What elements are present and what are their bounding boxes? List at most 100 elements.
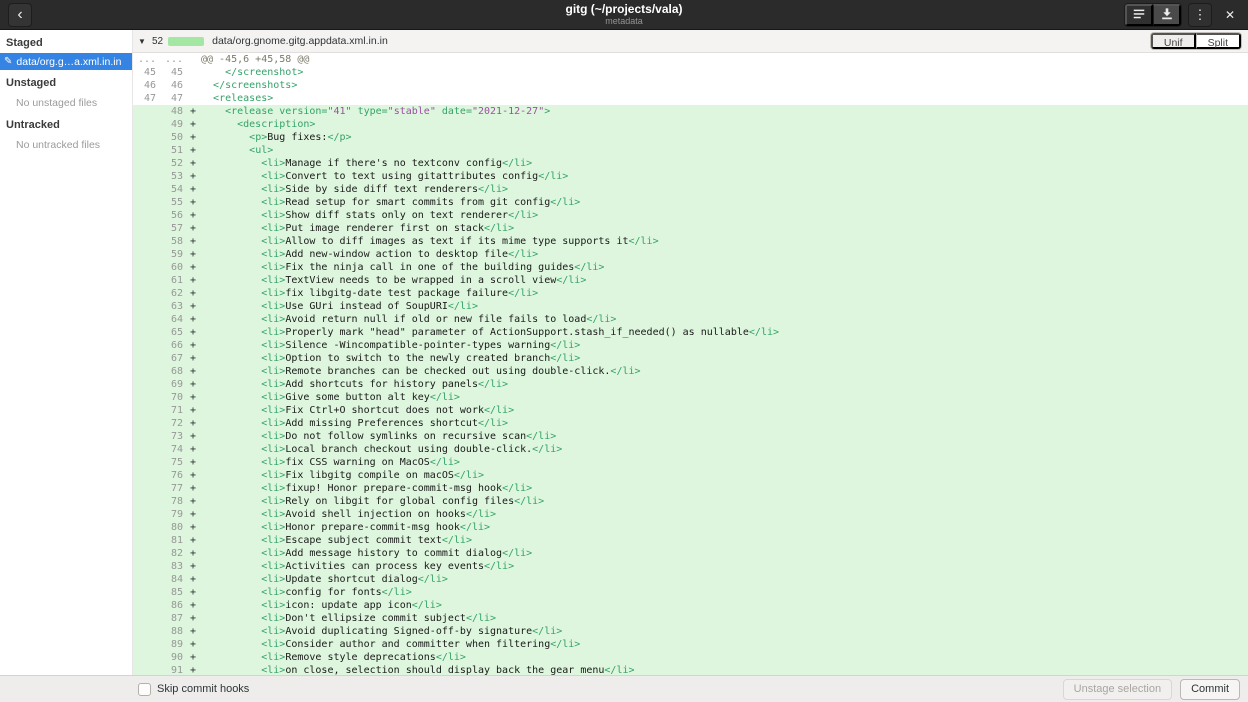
diff-line[interactable]: 89+ <li>Consider author and committer wh… xyxy=(133,638,1248,651)
history-view-button[interactable] xyxy=(1125,4,1153,26)
diff-line[interactable]: 82+ <li>Add message history to commit di… xyxy=(133,547,1248,560)
line-number-old xyxy=(133,365,160,378)
diff-line[interactable]: 50+ <p>Bug fixes:</p> xyxy=(133,131,1248,144)
diff-marker: + xyxy=(187,235,199,248)
line-number-new: 64 xyxy=(160,313,187,326)
diff-marker xyxy=(187,53,199,66)
diff-code-text: @@ -45,6 +45,58 @@ xyxy=(199,53,1248,66)
line-number-old xyxy=(133,560,160,573)
diff-line[interactable]: 68+ <li>Remote branches can be checked o… xyxy=(133,365,1248,378)
line-number-old xyxy=(133,326,160,339)
diff-line[interactable]: 58+ <li>Allow to diff images as text if … xyxy=(133,235,1248,248)
diff-marker: + xyxy=(187,170,199,183)
diff-marker: + xyxy=(187,118,199,131)
diff-line[interactable]: 72+ <li>Add missing Preferences shortcut… xyxy=(133,417,1248,430)
line-number-new: 66 xyxy=(160,339,187,352)
diff-marker: + xyxy=(187,443,199,456)
diff-line[interactable]: 60+ <li>Fix the ninja call in one of the… xyxy=(133,261,1248,274)
diff-line[interactable]: 84+ <li>Update shortcut dialog</li> xyxy=(133,573,1248,586)
line-number-new: 83 xyxy=(160,560,187,573)
menu-button[interactable]: ⋮ xyxy=(1188,3,1212,27)
line-number-old xyxy=(133,612,160,625)
unstage-selection-button[interactable]: Unstage selection xyxy=(1063,679,1172,700)
sidebar: Staged ✎ data/org.g…a.xml.in.in Unstaged… xyxy=(0,30,133,675)
line-number-old: 47 xyxy=(133,92,160,105)
diff-code-text: <li>on close, selection should display b… xyxy=(199,664,1248,675)
diff-line[interactable]: 66+ <li>Silence -Wincompatible-pointer-t… xyxy=(133,339,1248,352)
diff-line[interactable]: 90+ <li>Remove style deprecations</li> xyxy=(133,651,1248,664)
diff-line[interactable]: 4646 </screenshots> xyxy=(133,79,1248,92)
diff-line[interactable]: ......@@ -45,6 +45,58 @@ xyxy=(133,53,1248,66)
diff-code-text: <li>Remove style deprecations</li> xyxy=(199,651,1248,664)
diff-line[interactable]: 77+ <li>fixup! Honor prepare-commit-msg … xyxy=(133,482,1248,495)
window-title: gitg (~/projects/vala) xyxy=(565,2,682,16)
diff-line[interactable]: 49+ <description> xyxy=(133,118,1248,131)
diff-line[interactable]: 73+ <li>Do not follow symlinks on recurs… xyxy=(133,430,1248,443)
diff-line[interactable]: 62+ <li>fix libgitg-date test package fa… xyxy=(133,287,1248,300)
diff-line[interactable]: 51+ <ul> xyxy=(133,144,1248,157)
diff-code-text: <li>Manage if there's no textconv config… xyxy=(199,157,1248,170)
diff-line[interactable]: 76+ <li>Fix libgitg compile on macOS</li… xyxy=(133,469,1248,482)
line-number-old xyxy=(133,274,160,287)
skip-commit-hooks-checkbox[interactable] xyxy=(138,683,151,696)
diff-code-text: <li>Allow to diff images as text if its … xyxy=(199,235,1248,248)
commit-button[interactable]: Commit xyxy=(1180,679,1240,700)
diff-marker: + xyxy=(187,534,199,547)
diff-marker: + xyxy=(187,508,199,521)
diff-panel: ▼ 52 data/org.gnome.gitg.appdata.xml.in.… xyxy=(133,30,1248,675)
diff-line[interactable]: 63+ <li>Use GUri instead of SoupURI</li> xyxy=(133,300,1248,313)
diff-line[interactable]: 59+ <li>Add new-window action to desktop… xyxy=(133,248,1248,261)
diff-line[interactable]: 70+ <li>Give some button alt key</li> xyxy=(133,391,1248,404)
diff-line[interactable]: 74+ <li>Local branch checkout using doub… xyxy=(133,443,1248,456)
diff-line[interactable]: 52+ <li>Manage if there's no textconv co… xyxy=(133,157,1248,170)
diff-line[interactable]: 56+ <li>Show diff stats only on text ren… xyxy=(133,209,1248,222)
line-number-old xyxy=(133,456,160,469)
diff-code-text: <li>Silence -Wincompatible-pointer-types… xyxy=(199,339,1248,352)
diff-line[interactable]: 4747 <releases> xyxy=(133,92,1248,105)
diff-line[interactable]: 81+ <li>Escape subject commit text</li> xyxy=(133,534,1248,547)
diff-line[interactable]: 88+ <li>Avoid duplicating Signed-off-by … xyxy=(133,625,1248,638)
diff-line[interactable]: 67+ <li>Option to switch to the newly cr… xyxy=(133,352,1248,365)
diff-line[interactable]: 75+ <li>fix CSS warning on MacOS</li> xyxy=(133,456,1248,469)
line-number-new: 56 xyxy=(160,209,187,222)
diff-line[interactable]: 71+ <li>Fix Ctrl+O shortcut does not wor… xyxy=(133,404,1248,417)
diff-line[interactable]: 85+ <li>config for fonts</li> xyxy=(133,586,1248,599)
diff-marker: + xyxy=(187,625,199,638)
diff-line[interactable]: 83+ <li>Activities can process key event… xyxy=(133,560,1248,573)
diff-line[interactable]: 48+ <release version="41" type="stable" … xyxy=(133,105,1248,118)
line-number-new: 70 xyxy=(160,391,187,404)
close-button[interactable]: ✕ xyxy=(1218,3,1242,27)
line-number-new: 79 xyxy=(160,508,187,521)
diff-view[interactable]: ......@@ -45,6 +45,58 @@4545 </screensho… xyxy=(133,53,1248,675)
line-number-new: 76 xyxy=(160,469,187,482)
line-number-new: 47 xyxy=(160,92,187,105)
line-number-new: 71 xyxy=(160,404,187,417)
back-button[interactable]: ‹ xyxy=(8,3,32,27)
diff-line[interactable]: 64+ <li>Avoid return null if old or new … xyxy=(133,313,1248,326)
diff-line[interactable]: 86+ <li>icon: update app icon</li> xyxy=(133,599,1248,612)
diff-line[interactable]: 69+ <li>Add shortcuts for history panels… xyxy=(133,378,1248,391)
diff-code-text: <li>Rely on libgit for global config fil… xyxy=(199,495,1248,508)
diff-marker: + xyxy=(187,105,199,118)
diff-line[interactable]: 80+ <li>Honor prepare-commit-msg hook</l… xyxy=(133,521,1248,534)
line-number-new: ... xyxy=(160,53,187,66)
diff-line[interactable]: 57+ <li>Put image renderer first on stac… xyxy=(133,222,1248,235)
diff-line[interactable]: 78+ <li>Rely on libgit for global config… xyxy=(133,495,1248,508)
diff-line[interactable]: 4545 </screenshot> xyxy=(133,66,1248,79)
expander-triangle-icon[interactable]: ▼ xyxy=(137,37,147,46)
split-view-button[interactable]: Split xyxy=(1196,33,1241,49)
staged-file-item[interactable]: ✎ data/org.g…a.xml.in.in xyxy=(0,53,132,70)
diff-line[interactable]: 54+ <li>Side by side diff text renderers… xyxy=(133,183,1248,196)
diff-line[interactable]: 79+ <li>Avoid shell injection on hooks</… xyxy=(133,508,1248,521)
diff-line[interactable]: 87+ <li>Don't ellipsize commit subject</… xyxy=(133,612,1248,625)
headerbar: ‹ gitg (~/projects/vala) metadata xyxy=(0,0,1248,30)
diff-line[interactable]: 55+ <li>Read setup for smart commits fro… xyxy=(133,196,1248,209)
diff-line[interactable]: 61+ <li>TextView needs to be wrapped in … xyxy=(133,274,1248,287)
unified-view-button[interactable]: Unif xyxy=(1151,33,1196,49)
commit-view-button[interactable] xyxy=(1153,4,1181,26)
diff-marker xyxy=(187,66,199,79)
diff-line[interactable]: 65+ <li>Properly mark "head" parameter o… xyxy=(133,326,1248,339)
diff-line[interactable]: 53+ <li>Convert to text using gitattribu… xyxy=(133,170,1248,183)
line-number-old xyxy=(133,261,160,274)
diff-line[interactable]: 91+ <li>on close, selection should displ… xyxy=(133,664,1248,675)
